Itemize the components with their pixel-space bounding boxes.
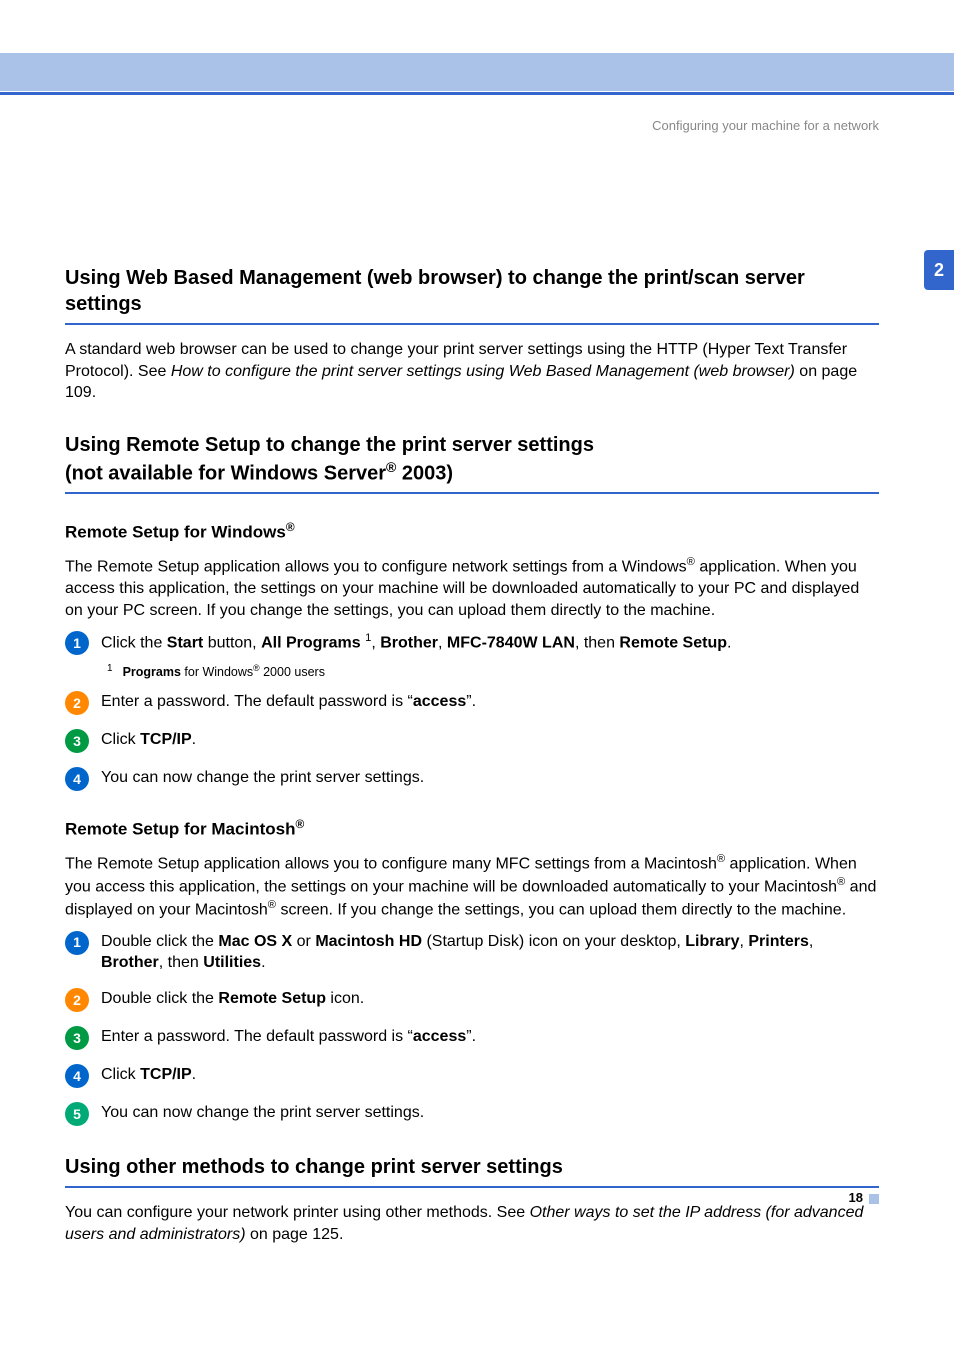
header-band xyxy=(0,0,954,95)
text: Enter a password. The default password i… xyxy=(101,693,413,710)
windows-paragraph: The Remote Setup application allows you … xyxy=(65,555,879,621)
step-number-icon: 4 xyxy=(65,1064,89,1088)
text: ”. xyxy=(466,693,476,710)
text: . xyxy=(192,731,196,748)
footnote-number: 1 xyxy=(107,663,113,674)
text: 2000 users xyxy=(260,665,325,679)
registered-mark: ® xyxy=(286,520,295,534)
step-5: 5 You can now change the print server se… xyxy=(65,1102,879,1126)
section-web-mgmt-title: Using Web Based Management (web browser)… xyxy=(65,265,879,325)
text: Double click the xyxy=(101,933,218,950)
step-2: 2 Double click the Remote Setup icon. xyxy=(65,988,879,1012)
title-line-1: Using Remote Setup to change the print s… xyxy=(65,434,594,456)
step-number-icon: 3 xyxy=(65,729,89,753)
text: button, xyxy=(203,635,261,652)
registered-mark: ® xyxy=(295,817,304,831)
text: icon. xyxy=(326,990,364,1007)
page-number: 18 xyxy=(849,1190,879,1205)
subsection-windows-text: Remote Setup for Windows xyxy=(65,523,286,542)
step-number-icon: 4 xyxy=(65,767,89,791)
text: , xyxy=(371,635,380,652)
step-number-icon: 1 xyxy=(65,931,89,955)
registered-mark: ® xyxy=(717,853,725,865)
windows-steps-cont: 2 Enter a password. The default password… xyxy=(65,691,879,791)
mac-steps: 1 Double click the Mac OS X or Macintosh… xyxy=(65,931,879,1126)
bold: Start xyxy=(167,635,203,652)
text: . xyxy=(261,954,265,971)
text: or xyxy=(292,933,315,950)
bold: All Programs xyxy=(261,635,361,652)
breadcrumb: Configuring your machine for a network xyxy=(652,118,879,133)
chapter-tab: 2 xyxy=(924,250,954,290)
registered-mark: ® xyxy=(268,899,276,911)
text: on page 125. xyxy=(246,1226,344,1243)
subsection-windows: Remote Setup for Windows® xyxy=(65,520,879,543)
page-content: Using Web Based Management (web browser)… xyxy=(0,95,954,1245)
text: . xyxy=(192,1066,196,1083)
bold: Remote Setup xyxy=(218,990,326,1007)
windows-steps: 1 Click the Start button, All Programs 1… xyxy=(65,631,879,655)
text: The Remote Setup application allows you … xyxy=(65,558,687,575)
registered-mark: ® xyxy=(386,459,396,475)
bold: Library xyxy=(685,933,739,950)
text: You can now change the print server sett… xyxy=(101,767,424,789)
step-number-icon: 2 xyxy=(65,988,89,1012)
title-line-2b: 2003) xyxy=(396,462,453,484)
step-number-icon: 1 xyxy=(65,631,89,655)
step-2: 2 Enter a password. The default password… xyxy=(65,691,879,715)
step-3: 3 Click TCP/IP. xyxy=(65,729,879,753)
footnote-1: 1Programs for Windows® 2000 users xyxy=(107,663,879,679)
text: You can now change the print server sett… xyxy=(101,1102,424,1124)
step-1: 1 Click the Start button, All Programs 1… xyxy=(65,631,879,655)
bold: TCP/IP xyxy=(140,1066,192,1083)
text: You can configure your network printer u… xyxy=(65,1204,530,1221)
section-remote-setup-title: Using Remote Setup to change the print s… xyxy=(65,432,879,495)
bold: Macintosh HD xyxy=(315,933,422,950)
text: ”. xyxy=(466,1028,476,1045)
step-number-icon: 3 xyxy=(65,1026,89,1050)
bold: Programs xyxy=(123,665,181,679)
bold: access xyxy=(413,693,466,710)
other-paragraph: You can configure your network printer u… xyxy=(65,1202,879,1245)
step-1: 1 Double click the Mac OS X or Macintosh… xyxy=(65,931,879,974)
text: , xyxy=(809,933,813,950)
text: Double click the xyxy=(101,990,218,1007)
step-4: 4 You can now change the print server se… xyxy=(65,767,879,791)
bold: TCP/IP xyxy=(140,731,192,748)
text: screen. If you change the settings, you … xyxy=(276,901,846,918)
text: Enter a password. The default password i… xyxy=(101,1028,413,1045)
bold: access xyxy=(413,1028,466,1045)
text: Click the xyxy=(101,635,167,652)
text: (Startup Disk) icon on your desktop, xyxy=(422,933,685,950)
bold: Utilities xyxy=(203,954,261,971)
text: Click xyxy=(101,1066,140,1083)
title-line-2a: (not available for Windows Server xyxy=(65,462,386,484)
step-number-icon: 5 xyxy=(65,1102,89,1126)
bold: Remote Setup xyxy=(619,635,727,652)
mac-paragraph: The Remote Setup application allows you … xyxy=(65,852,879,921)
subsection-mac: Remote Setup for Macintosh® xyxy=(65,817,879,840)
text: , then xyxy=(159,954,203,971)
step-number-icon: 2 xyxy=(65,691,89,715)
registered-mark: ® xyxy=(837,876,845,888)
text: for Windows xyxy=(181,665,253,679)
section-other-title: Using other methods to change print serv… xyxy=(65,1154,879,1188)
text: Click xyxy=(101,731,140,748)
bold: Mac OS X xyxy=(218,933,292,950)
step-3: 3 Enter a password. The default password… xyxy=(65,1026,879,1050)
step-4: 4 Click TCP/IP. xyxy=(65,1064,879,1088)
registered-mark: ® xyxy=(687,556,695,568)
bold: Brother xyxy=(380,635,438,652)
bold: MFC-7840W LAN xyxy=(447,635,575,652)
bold: Brother xyxy=(101,954,159,971)
web-mgmt-paragraph: A standard web browser can be used to ch… xyxy=(65,339,879,404)
cross-ref-link[interactable]: How to configure the print server settin… xyxy=(171,363,795,380)
text: , xyxy=(438,635,447,652)
text: , then xyxy=(575,635,619,652)
text: . xyxy=(727,635,731,652)
text: The Remote Setup application allows you … xyxy=(65,855,717,872)
subsection-mac-text: Remote Setup for Macintosh xyxy=(65,820,295,839)
bold: Printers xyxy=(748,933,808,950)
